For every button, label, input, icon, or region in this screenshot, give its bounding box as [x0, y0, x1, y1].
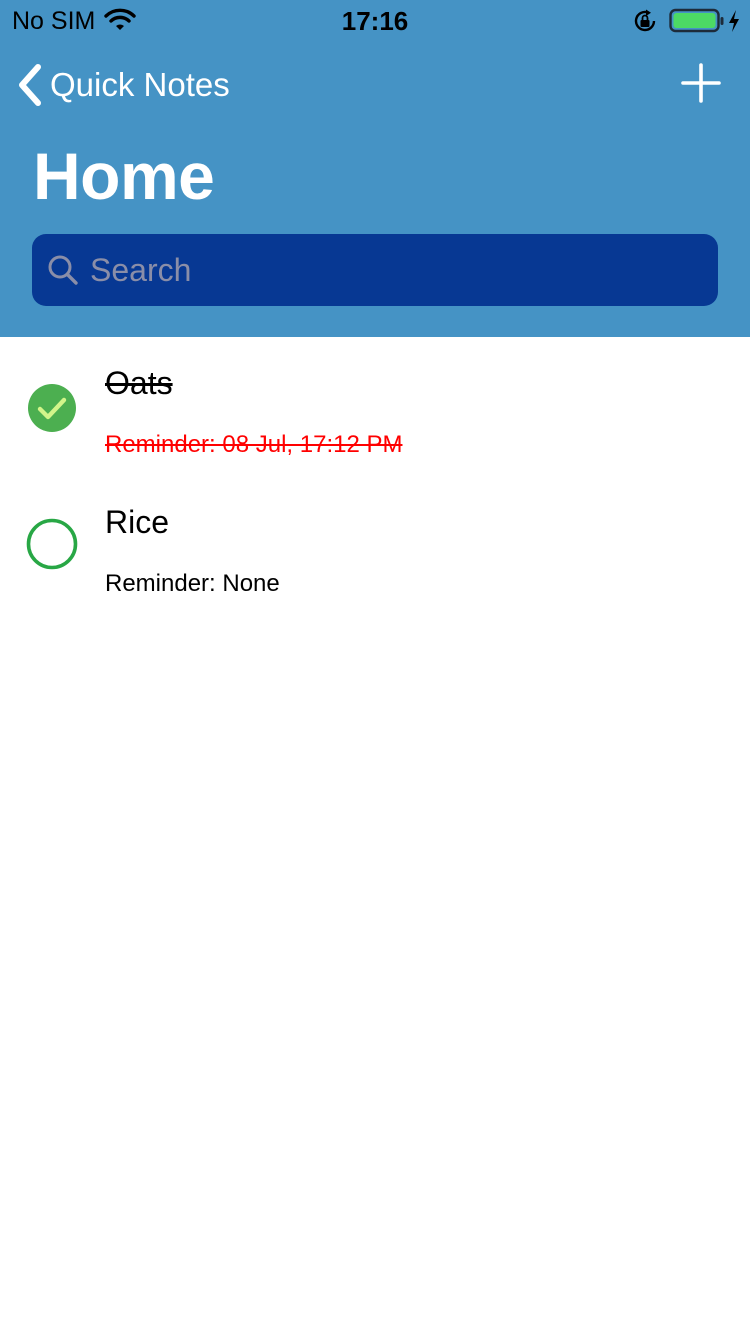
header: No SIM 17:16 Quick Notes Home Search: [0, 0, 750, 337]
note-reminder: Reminder: 08 Jul, 17:12 PM: [105, 431, 403, 458]
charging-bolt-icon: [729, 10, 739, 32]
completed-check-icon[interactable]: [26, 382, 78, 434]
note-title: Oats: [105, 365, 173, 401]
page-title: Home: [33, 139, 215, 213]
search-bar[interactable]: [32, 234, 718, 306]
status-bar: No SIM 17:16: [0, 0, 750, 40]
screen: No SIM 17:16 Quick Notes Home Search Oat…: [0, 0, 750, 1334]
chevron-left-icon: [19, 64, 41, 106]
back-button-label: Quick Notes: [50, 66, 230, 103]
note-reminder: Reminder: None: [105, 570, 280, 597]
search-input[interactable]: [90, 251, 690, 289]
note-title: Rice: [105, 504, 170, 540]
plus-icon: [681, 63, 721, 103]
back-button[interactable]: Quick Notes: [14, 60, 230, 110]
incomplete-circle-icon[interactable]: [26, 518, 78, 570]
add-note-button[interactable]: [676, 58, 726, 108]
battery-icon: [669, 8, 724, 33]
note-row[interactable]: Rice Reminder: None: [0, 477, 750, 617]
search-icon: [48, 255, 78, 285]
note-row[interactable]: Oats Reminder: 08 Jul, 17:12 PM: [0, 337, 750, 477]
lock-rotation-icon: [634, 9, 656, 32]
